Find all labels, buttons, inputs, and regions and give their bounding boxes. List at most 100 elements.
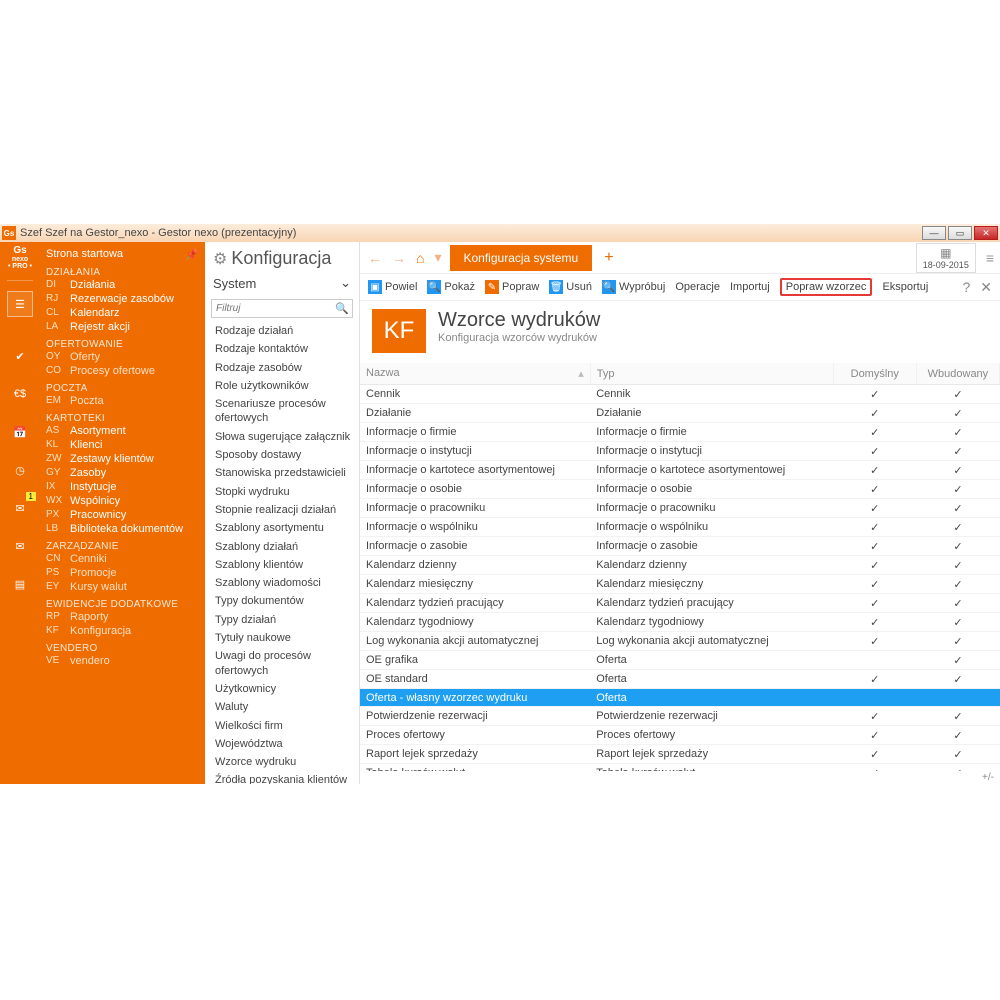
tree-item[interactable]: Szablony klientów [213, 556, 359, 574]
sidebar-item[interactable]: LBBiblioteka dokumentów [46, 522, 205, 536]
sidebar-item[interactable]: RJRezerwacje zasobów [46, 292, 205, 306]
tree-item[interactable]: Stopnie realizacji działań [213, 501, 359, 519]
table-row[interactable]: Proces ofertowyProces ofertowy✓✓ [360, 726, 1000, 745]
sidebar-item[interactable]: COProcesy ofertowe [46, 364, 205, 378]
table-row[interactable]: CennikCennik✓✓ [360, 385, 1000, 404]
sidebar-item[interactable]: EMPoczta [46, 394, 205, 408]
sidebar-item[interactable]: WXWspólnicy [46, 494, 205, 508]
sidebar-item[interactable]: DIDziałania [46, 278, 205, 292]
sidebar-item[interactable]: KFKonfiguracja [46, 624, 205, 638]
tree-item[interactable]: Uwagi do procesów ofertowych [213, 647, 359, 680]
sidebar-item[interactable]: KLKlienci [46, 438, 205, 452]
table-row[interactable]: Tabela kursów walutTabela kursów walut✓✓ [360, 764, 1000, 772]
minimize-button[interactable]: — [922, 226, 946, 240]
help-icon[interactable]: ? [962, 279, 970, 295]
pin-icon[interactable]: 📌 [185, 248, 199, 261]
tree-section[interactable]: System⌄ [205, 271, 359, 295]
table-row[interactable]: Kalendarz tygodniowyKalendarz tygodniowy… [360, 613, 1000, 632]
tree-item[interactable]: Rodzaje działań [213, 322, 359, 340]
sidebar-item[interactable]: RPRaporty [46, 610, 205, 624]
table-row[interactable]: Oferta - własny wzorzec wydrukuOferta [360, 689, 1000, 707]
usun-button[interactable]: 🗑Usuń [549, 280, 592, 294]
tree-item[interactable]: Typy dokumentów [213, 592, 359, 610]
table-row[interactable]: Informacje o osobieInformacje o osobie✓✓ [360, 480, 1000, 499]
tree-item[interactable]: Stopki wydruku [213, 483, 359, 501]
sidebar-item[interactable]: CNCenniki [46, 552, 205, 566]
tree-item[interactable]: Waluty [213, 698, 359, 716]
clock-icon[interactable]: ◷ [7, 457, 33, 483]
certificate-icon[interactable]: ▤ [7, 571, 33, 597]
powiel-button[interactable]: ▣Powiel [368, 280, 417, 294]
tree-item[interactable]: Wzorce wydruku [213, 753, 359, 771]
col-domyslny[interactable]: Domyślny [833, 363, 916, 385]
wyprobuj-button[interactable]: 🔍Wypróbuj [602, 280, 665, 294]
sidebar-item[interactable]: PXPracownicy [46, 508, 205, 522]
mail-badge-icon[interactable]: ✉1 [7, 495, 33, 521]
close-panel-icon[interactable]: ✕ [980, 279, 992, 296]
sidebar-item[interactable]: PSPromocje [46, 566, 205, 580]
tree-item[interactable]: Rodzaje kontaktów [213, 340, 359, 358]
table-row[interactable]: Kalendarz miesięcznyKalendarz miesięczny… [360, 575, 1000, 594]
col-typ[interactable]: Typ [590, 363, 833, 385]
sidebar-item[interactable]: LARejestr akcji [46, 320, 205, 334]
sidebar-start[interactable]: Strona startowa📌 [46, 246, 205, 262]
tree-item[interactable]: Tytuły naukowe [213, 629, 359, 647]
pokaz-button[interactable]: 🔍Pokaż [427, 280, 475, 294]
table-row[interactable]: Informacje o kartotece asortymentowejInf… [360, 461, 1000, 480]
tree-item[interactable]: Wielkości firm [213, 717, 359, 735]
tree-item[interactable]: Scenariusze procesów ofertowych [213, 395, 359, 428]
popraw-wzorzec-button[interactable]: Popraw wzorzec [780, 278, 873, 296]
table-row[interactable]: Kalendarz dziennyKalendarz dzienny✓✓ [360, 556, 1000, 575]
tree-filter-input[interactable] [211, 299, 353, 318]
table-row[interactable]: Kalendarz tydzień pracującyKalendarz tyd… [360, 594, 1000, 613]
table-row[interactable]: Informacje o wspólnikuInformacje o wspól… [360, 518, 1000, 537]
tree-item[interactable]: Stanowiska przedstawicieli [213, 464, 359, 482]
grid-footer[interactable]: +/- [360, 771, 1000, 784]
tree-item[interactable]: Źródła pozyskania klientów [213, 771, 359, 784]
tree-item[interactable]: Sposoby dostawy [213, 446, 359, 464]
table-row[interactable]: Informacje o pracownikuInformacje o prac… [360, 499, 1000, 518]
sidebar-item[interactable]: CLKalendarz [46, 306, 205, 320]
currency-icon[interactable]: €$ [7, 381, 33, 407]
sidebar-item[interactable]: OYOferty [46, 350, 205, 364]
chevron-down-icon[interactable]: ▾ [432, 249, 443, 266]
maximize-button[interactable]: ▭ [948, 226, 972, 240]
calendar-check-icon[interactable]: 📅 [7, 419, 33, 445]
sidebar-item[interactable]: ZWZestawy klientów [46, 452, 205, 466]
tree-list[interactable]: Rodzaje działańRodzaje kontaktówRodzaje … [205, 322, 359, 784]
options-icon[interactable]: ≡ [986, 250, 994, 266]
search-icon[interactable]: 🔍 [335, 302, 349, 315]
mail-icon[interactable]: ✉ [7, 533, 33, 559]
operacje-button[interactable]: Operacje [675, 281, 720, 293]
sidebar-item[interactable]: GYZasoby [46, 466, 205, 480]
sidebar-item[interactable]: VEvendero [46, 654, 205, 668]
titlebar[interactable]: Gs Szef Szef na Gestor_nexo - Gestor nex… [0, 224, 1000, 242]
tree-item[interactable]: Szablony wiadomości [213, 574, 359, 592]
sidebar-item[interactable]: ASAsortyment [46, 424, 205, 438]
tree-item[interactable]: Role użytkowników [213, 377, 359, 395]
col-wbudowany[interactable]: Wbudowany [916, 363, 999, 385]
tree-item[interactable]: Słowa sugerujące załącznik [213, 428, 359, 446]
tree-item[interactable]: Szablony asortymentu [213, 519, 359, 537]
table-row[interactable]: Informacje o zasobieInformacje o zasobie… [360, 537, 1000, 556]
home-icon[interactable]: ⌂ [414, 250, 426, 266]
tab-add[interactable]: + [598, 249, 619, 267]
tree-item[interactable]: Rodzaje zasobów [213, 359, 359, 377]
tab-active[interactable]: Konfiguracja systemu [450, 245, 593, 271]
sidebar-item[interactable]: EYKursy walut [46, 580, 205, 594]
popraw-button[interactable]: ✎Popraw [485, 280, 539, 294]
table-row[interactable]: Raport lejek sprzedażyRaport lejek sprze… [360, 745, 1000, 764]
nav-fwd-icon[interactable]: → [390, 250, 408, 266]
tree-item[interactable]: Szablony działań [213, 538, 359, 556]
table-row[interactable]: Log wykonania akcji automatycznejLog wyk… [360, 632, 1000, 651]
grid[interactable]: Nazwa ▴ Typ Domyślny Wbudowany CennikCen… [360, 363, 1000, 771]
table-row[interactable]: Potwierdzenie rezerwacjiPotwierdzenie re… [360, 707, 1000, 726]
table-row[interactable]: DziałanieDziałanie✓✓ [360, 404, 1000, 423]
importuj-button[interactable]: Importuj [730, 281, 770, 293]
sidebar-item[interactable]: IXInstytucje [46, 480, 205, 494]
table-row[interactable]: OE grafikaOferta✓ [360, 651, 1000, 670]
check-circle-icon[interactable]: ✔ [7, 343, 33, 369]
table-row[interactable]: Informacje o instytucjiInformacje o inst… [360, 442, 1000, 461]
menu-icon[interactable]: ☰ [7, 291, 33, 317]
col-nazwa[interactable]: Nazwa ▴ [360, 363, 590, 385]
